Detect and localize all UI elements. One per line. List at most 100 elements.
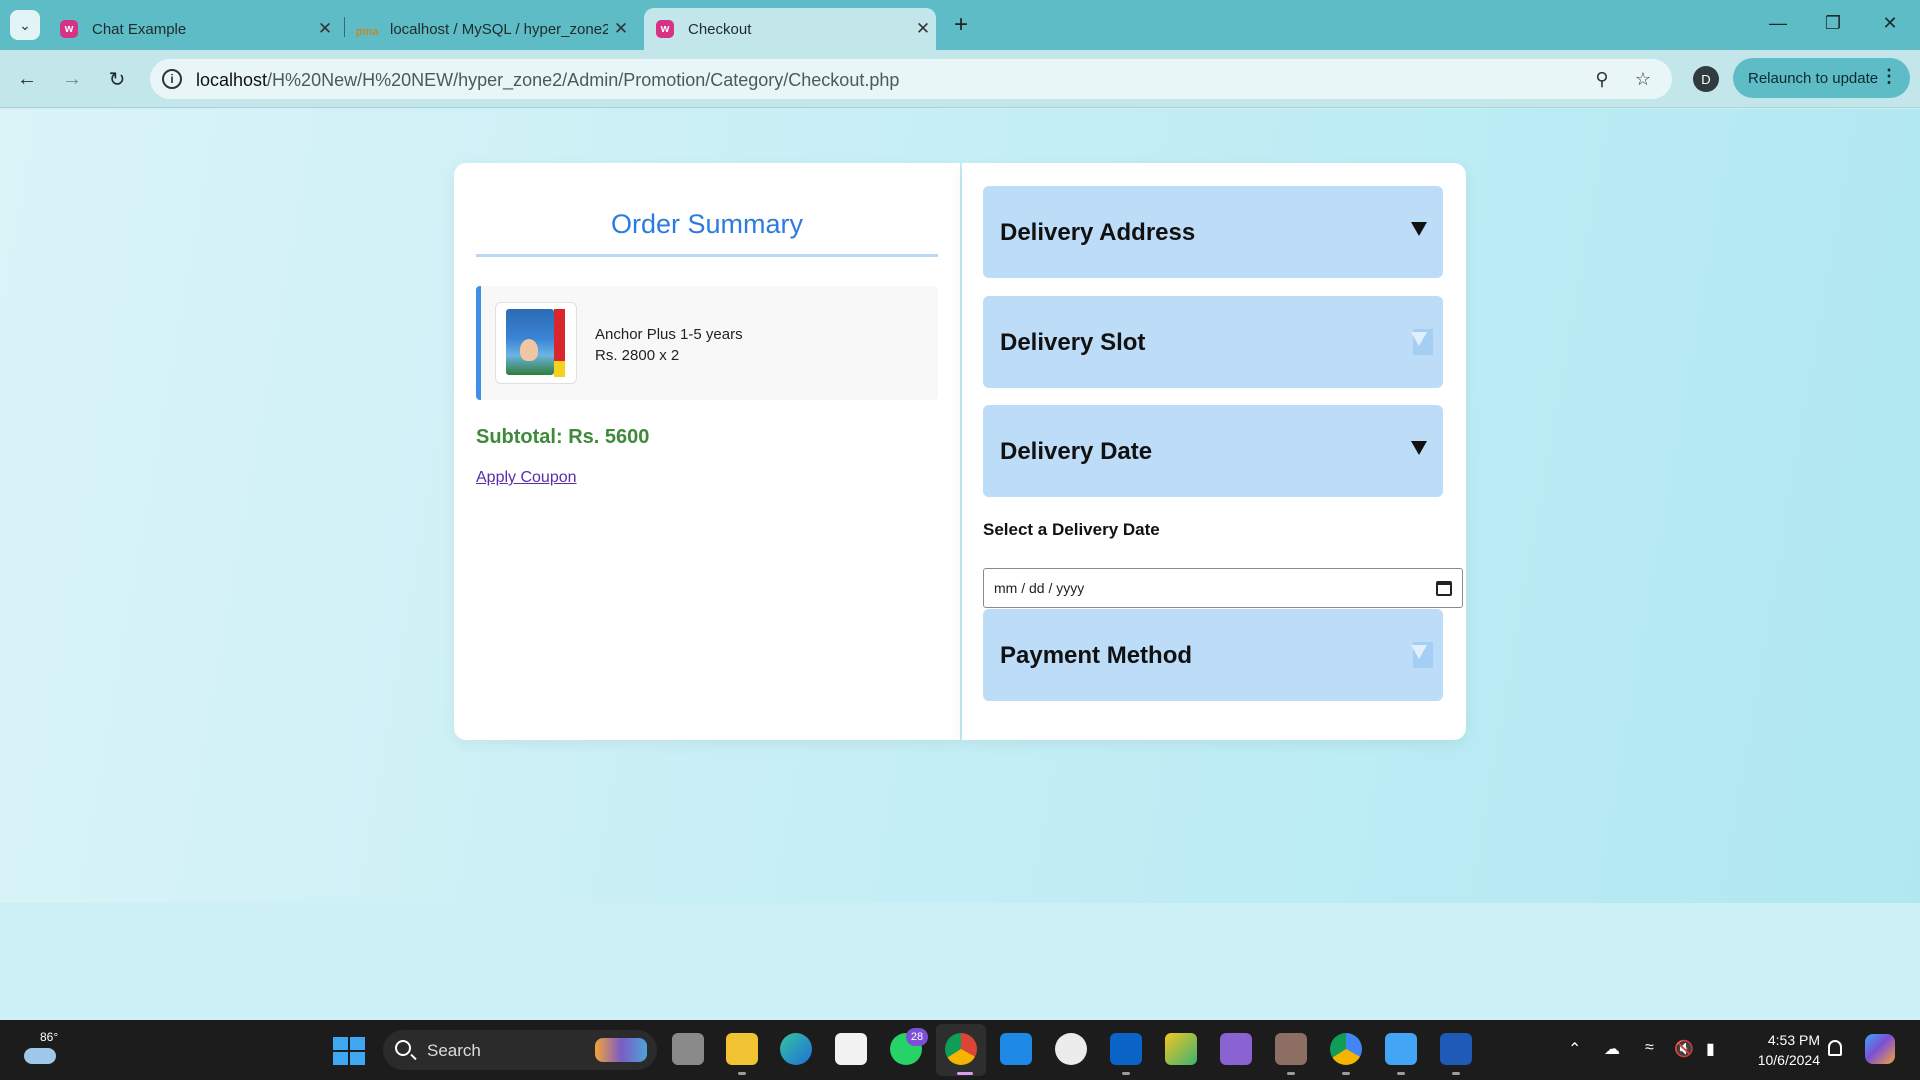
tab-chat-example[interactable]: w Chat Example ✕ xyxy=(48,8,338,50)
accordion-title: Delivery Address xyxy=(1000,219,1196,246)
restore-button[interactable]: ❐ xyxy=(1813,8,1853,38)
apply-coupon-link[interactable]: Apply Coupon xyxy=(476,469,577,487)
edge-icon[interactable] xyxy=(780,1033,812,1065)
sticky-app-icon[interactable] xyxy=(1165,1033,1197,1065)
pack-illustration xyxy=(520,339,538,361)
arrow-left-icon: ← xyxy=(17,67,37,90)
visual-studio-icon[interactable] xyxy=(1220,1033,1252,1065)
clock-time: 4:53 PM xyxy=(1767,1032,1820,1048)
running-indicator xyxy=(1342,1072,1350,1075)
payment-method-accordion[interactable]: Payment Method xyxy=(983,609,1443,701)
checkout-panel: Delivery Address Delivery Slot Delivery … xyxy=(962,163,1466,740)
task-view-icon[interactable] xyxy=(672,1033,704,1065)
phpmyadmin-favicon-icon: pma xyxy=(355,26,379,38)
notepad-icon[interactable] xyxy=(1385,1033,1417,1065)
delivery-date-label: Select a Delivery Date xyxy=(983,520,1160,539)
browser-toolbar: ← → ↻ i localhost/H%20New/H%20NEW/hyper_… xyxy=(0,50,1920,108)
title-divider xyxy=(476,254,938,257)
copilot-icon[interactable] xyxy=(1865,1034,1895,1064)
tab-title: Chat Example xyxy=(92,20,187,38)
caret-down-icon xyxy=(1411,441,1427,455)
order-item: Anchor Plus 1-5 years Rs. 2800 x 2 xyxy=(476,286,938,400)
search-label: Search xyxy=(427,1041,481,1060)
running-indicator xyxy=(957,1072,973,1075)
address-bar[interactable]: i localhost/H%20New/H%20NEW/hyper_zone2/… xyxy=(150,59,1672,99)
pack-side-stripe xyxy=(554,309,565,361)
cloud-icon xyxy=(24,1048,56,1064)
accordion-title: Payment Method xyxy=(1000,642,1193,669)
delivery-date-accordion[interactable]: Delivery Date xyxy=(983,405,1443,497)
site-info-icon[interactable]: i xyxy=(162,69,182,89)
taskbar-search[interactable]: Search xyxy=(383,1030,657,1070)
forward-button[interactable]: → xyxy=(55,62,89,96)
word-icon[interactable] xyxy=(1440,1033,1472,1065)
url-text[interactable]: localhost/H%20New/H%20NEW/hyper_zone2/Ad… xyxy=(196,70,899,91)
profile-avatar[interactable]: D xyxy=(1693,66,1719,92)
product-image xyxy=(495,302,577,384)
browser-tab-strip: ⌄ w Chat Example ✕ pma localhost / MySQL… xyxy=(0,0,1920,50)
minimize-icon: — xyxy=(1769,12,1787,33)
running-indicator xyxy=(1122,1072,1130,1075)
subtotal: Subtotal: Rs. 5600 xyxy=(476,426,650,448)
outlook-icon[interactable] xyxy=(1110,1033,1142,1065)
microsoft-store-icon[interactable] xyxy=(835,1033,867,1065)
accordion-title: Delivery Slot xyxy=(1000,329,1146,356)
chrome-icon[interactable] xyxy=(945,1033,977,1065)
running-indicator xyxy=(1397,1072,1405,1075)
plus-icon: + xyxy=(953,11,968,38)
start-button[interactable] xyxy=(333,1037,365,1065)
back-button[interactable]: ← xyxy=(10,62,44,96)
tray-overflow-icon[interactable]: ⌃ xyxy=(1568,1039,1581,1059)
vscode-icon[interactable] xyxy=(1000,1033,1032,1065)
delivery-address-accordion[interactable]: Delivery Address xyxy=(983,186,1443,278)
close-icon[interactable]: ✕ xyxy=(312,19,338,39)
page-background xyxy=(0,109,1920,1080)
notification-badge: 28 xyxy=(906,1028,928,1046)
system-clock[interactable]: 4:53 PM 10/6/2024 xyxy=(1738,1030,1820,1070)
relaunch-to-update-button[interactable]: Relaunch to update ⋮ xyxy=(1733,58,1910,98)
kebab-menu-icon[interactable]: ⋮ xyxy=(1880,66,1898,87)
media-app-icon[interactable] xyxy=(1275,1033,1307,1065)
reload-button[interactable]: ↻ xyxy=(100,62,134,96)
tab-title: localhost / MySQL / hyper_zone2 xyxy=(390,20,608,38)
bookmark-star-icon[interactable]: ☆ xyxy=(1631,67,1655,91)
delivery-date-input[interactable]: mm / dd / yyyy xyxy=(983,568,1463,608)
wamp-favicon-icon: w xyxy=(60,20,78,38)
clock-date: 10/6/2024 xyxy=(1757,1052,1820,1068)
url-path: /H%20New/H%20NEW/hyper_zone2/Admin/Promo… xyxy=(267,70,900,90)
calendar-icon[interactable] xyxy=(1436,581,1452,596)
new-tab-button[interactable]: + xyxy=(946,10,976,40)
search-highlight-icon xyxy=(595,1038,647,1062)
relaunch-label: Relaunch to update xyxy=(1748,69,1879,87)
minimize-button[interactable]: — xyxy=(1758,8,1798,38)
running-indicator xyxy=(738,1072,746,1075)
weather-temp: 86° xyxy=(40,1030,59,1044)
reload-icon: ↻ xyxy=(108,68,126,91)
tab-phpmyadmin[interactable]: pma localhost / MySQL / hyper_zone2 ✕ xyxy=(346,8,634,50)
notification-bell-icon[interactable] xyxy=(1828,1040,1842,1056)
tab-divider xyxy=(344,17,345,37)
close-icon[interactable]: ✕ xyxy=(910,19,936,39)
date-placeholder: mm / dd / yyyy xyxy=(994,580,1085,596)
running-indicator xyxy=(1287,1072,1295,1075)
order-summary-panel: Order Summary Anchor Plus 1-5 years Rs. … xyxy=(454,163,960,740)
close-window-button[interactable]: ✕ xyxy=(1870,8,1910,38)
tab-title: Checkout xyxy=(688,20,752,38)
wamp-favicon-icon: w xyxy=(656,20,674,38)
order-summary-title: Order Summary xyxy=(610,209,804,239)
close-icon[interactable]: ✕ xyxy=(608,19,634,39)
zoom-icon[interactable]: ⚲ xyxy=(1590,67,1614,91)
weather-widget[interactable]: 86° xyxy=(20,1030,64,1070)
onedrive-icon[interactable]: ☁ xyxy=(1604,1039,1620,1059)
arrow-right-icon: → xyxy=(62,67,82,90)
file-explorer-icon[interactable] xyxy=(726,1033,758,1065)
tab-search-button[interactable]: ⌄ xyxy=(10,10,40,40)
close-icon: ✕ xyxy=(1882,12,1898,33)
delivery-slot-accordion[interactable]: Delivery Slot xyxy=(983,296,1443,388)
battery-icon[interactable]: ▮ xyxy=(1706,1039,1715,1059)
volume-muted-icon[interactable]: 🔇 xyxy=(1674,1039,1694,1059)
tab-checkout[interactable]: w Checkout ✕ xyxy=(644,8,936,50)
whatsapp-desktop-icon[interactable] xyxy=(1055,1033,1087,1065)
chrome-profile-icon[interactable] xyxy=(1330,1033,1362,1065)
wifi-icon[interactable]: ≈ xyxy=(1645,1039,1654,1057)
